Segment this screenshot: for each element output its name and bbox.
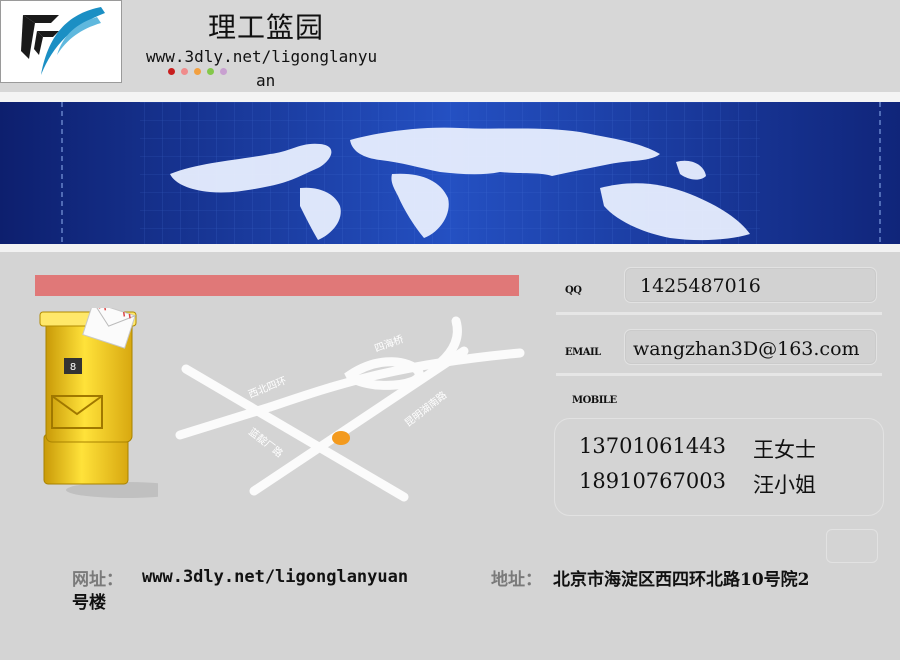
header-divider: [0, 92, 900, 102]
road-label-sihaiqiao: 四海桥: [373, 332, 406, 354]
svg-text:8: 8: [70, 362, 76, 373]
email-value[interactable]: wangzhan3D@163.com: [633, 338, 860, 360]
header: 理工篮园 www.3dly.net/ligonglanyu an: [0, 0, 900, 92]
separator: [556, 373, 882, 376]
address-line-1: 北京市海淀区西四环北路10号院2: [553, 570, 810, 590]
mobile-number-1[interactable]: 13701061443: [579, 434, 726, 458]
mobile-contact-name-1: 王女士: [753, 438, 816, 462]
mobile-number-2[interactable]: 18910767003: [579, 469, 726, 493]
site-label: 网址：: [72, 570, 123, 590]
qq-value[interactable]: 1425487016: [640, 275, 761, 297]
road-label-xibei-sihuan: 西北四环: [247, 375, 289, 401]
qq-label: QQ: [565, 285, 582, 296]
empty-box: [826, 529, 878, 563]
dot-pink: [181, 68, 188, 75]
mailbox-illustration: 8: [38, 301, 186, 498]
world-map-banner: [0, 102, 900, 244]
contact-page: 理工篮园 www.3dly.net/ligonglanyu an 8 四海桥 西…: [0, 0, 900, 660]
dot-red: [168, 68, 175, 75]
site-title: 理工篮园: [208, 11, 325, 44]
dot-green: [207, 68, 214, 75]
banner-divider: [0, 244, 900, 252]
mobile-label: MOBILE: [572, 395, 617, 406]
address-line-2: 号楼: [72, 593, 106, 613]
mobile-box: 13701061443 王女士 18910767003 汪小姐: [554, 418, 884, 516]
dot-orange: [194, 68, 201, 75]
mobile-row-2[interactable]: 18910767003 汪小姐: [579, 469, 816, 497]
site-link[interactable]: www.3dly.net/ligonglanyuan: [142, 567, 408, 587]
road-label-kunminghu: 昆明湖南路: [402, 388, 449, 429]
decorative-dots: [168, 68, 227, 75]
location-map[interactable]: 四海桥 西北四环 昆明湖南路 蓝靛厂路: [170, 305, 540, 510]
mobile-contact-name-2: 汪小姐: [753, 473, 816, 497]
accent-bar: [35, 275, 519, 296]
site-logo[interactable]: [0, 0, 122, 83]
separator: [556, 312, 882, 315]
email-label: EMAIL: [565, 347, 601, 358]
mobile-row-1[interactable]: 13701061443 王女士: [579, 434, 816, 462]
dot-purple: [220, 68, 227, 75]
address-label: 地址：: [491, 570, 542, 590]
site-url-line1: www.3dly.net/ligonglanyu: [146, 47, 378, 66]
road-label-landianchang: 蓝靛厂路: [246, 425, 286, 460]
